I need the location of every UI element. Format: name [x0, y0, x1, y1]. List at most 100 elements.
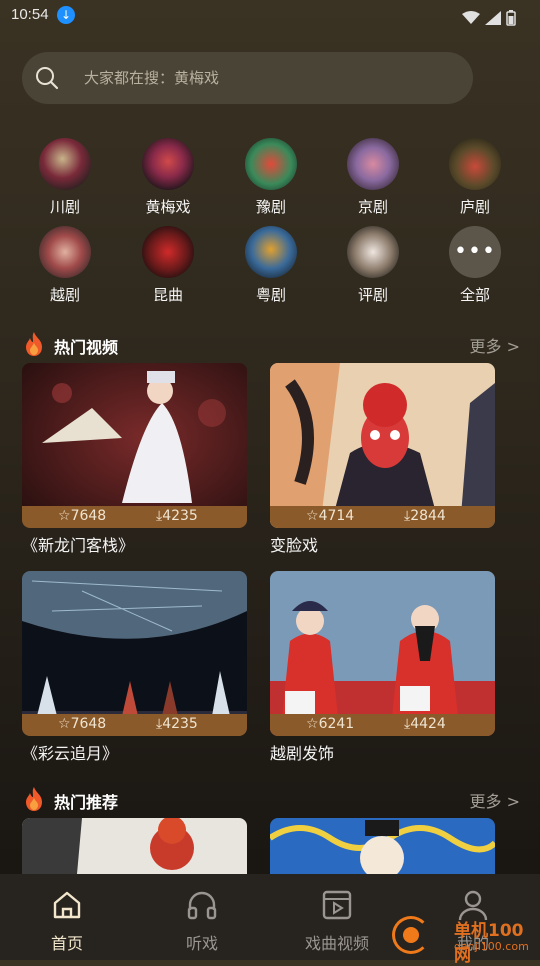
- category-avatar: [39, 138, 91, 190]
- hot-videos-header: 热门视频 更多 >: [22, 331, 520, 359]
- category-luju[interactable]: 庐剧: [435, 138, 515, 217]
- download-count: ⤓4235: [156, 716, 198, 732]
- category-avatar: [142, 138, 194, 190]
- category-huangmeixi[interactable]: 黄梅戏: [128, 138, 208, 217]
- recommend-thumbnail: [270, 818, 495, 874]
- category-avatar: [142, 226, 194, 278]
- nav-opera-video[interactable]: 戏曲视频: [282, 888, 392, 954]
- video-thumbnail: ☆7648 ⤓4235: [22, 571, 247, 736]
- category-yuju[interactable]: 豫剧: [231, 138, 311, 217]
- download-value: 4235: [162, 508, 198, 524]
- battery-icon: [506, 9, 516, 26]
- download-value: 2844: [410, 508, 446, 524]
- nav-home[interactable]: 首页: [12, 888, 122, 954]
- category-label: 粤剧: [255, 286, 286, 304]
- video-card[interactable]: ☆7648 ⤓4235 《彩云追月》: [22, 571, 247, 764]
- video-thumbnail: ☆4714 ⤓2844: [270, 363, 495, 528]
- video-title: 《新龙门客栈》: [22, 536, 135, 555]
- nav-label: 首页: [50, 934, 83, 953]
- recommend-card[interactable]: [270, 818, 495, 874]
- signal-icon: [484, 10, 501, 25]
- category-label: 黄梅戏: [145, 198, 191, 216]
- more-link-label: 更多: [469, 792, 502, 811]
- star-value: 7648: [70, 508, 107, 524]
- category-avatar: [347, 138, 399, 190]
- download-notification-icon: ↓: [57, 6, 75, 24]
- video-title: 《彩云追月》: [22, 744, 119, 763]
- video-icon: [322, 890, 352, 920]
- video-stats-bar: ☆7648 ⤓4235: [22, 714, 247, 736]
- category-label: 评剧: [357, 286, 388, 304]
- watermark: 单机100网 danji100.com: [392, 914, 540, 966]
- category-avatar: [449, 138, 501, 190]
- star-icon: ☆: [306, 508, 319, 524]
- video-thumbnail: ☆7648 ⤓4235: [22, 363, 247, 528]
- download-count: ⤓4424: [404, 716, 446, 732]
- recommend-thumbnail: [22, 818, 247, 874]
- category-label: 全部: [459, 286, 490, 304]
- category-jingju[interactable]: 京剧: [333, 138, 413, 217]
- search-bar[interactable]: [22, 52, 473, 104]
- star-count: ☆4714: [306, 508, 354, 524]
- video-title: 变脸戏: [270, 536, 319, 555]
- nav-label: 听戏: [185, 934, 218, 953]
- more-link[interactable]: 更多 >: [469, 333, 520, 357]
- star-count: ☆7648: [58, 716, 106, 732]
- search-icon: [36, 67, 59, 90]
- watermark-url: danji100.com: [454, 940, 529, 953]
- download-count: ⤓4235: [156, 508, 198, 524]
- video-card[interactable]: ☆4714 ⤓2844 变脸戏: [270, 363, 495, 556]
- fire-icon: [26, 787, 42, 811]
- category-avatar: [347, 226, 399, 278]
- headphones-icon: [187, 891, 217, 920]
- chevron-right-icon: >: [506, 792, 520, 811]
- category-label: 越剧: [49, 286, 80, 304]
- status-bar: 10:54 ↓: [0, 0, 540, 32]
- video-stats-bar: ☆6241 ⤓4424: [270, 714, 495, 736]
- video-stats-bar: ☆4714 ⤓2844: [270, 506, 495, 528]
- more-link-label: 更多: [469, 337, 502, 356]
- video-title: 越剧发饰: [270, 744, 335, 763]
- star-icon: ☆: [58, 508, 71, 524]
- video-thumbnail: ☆6241 ⤓4424: [270, 571, 495, 736]
- download-count: ⤓2844: [404, 508, 446, 524]
- more-icon: •••: [449, 226, 501, 278]
- video-card[interactable]: ☆6241 ⤓4424 越剧发饰: [270, 571, 495, 764]
- star-value: 4714: [318, 508, 355, 524]
- home-icon: [53, 891, 81, 919]
- video-card[interactable]: ☆7648 ⤓4235 《新龙门客栈》: [22, 363, 247, 556]
- category-label: 豫剧: [255, 198, 286, 216]
- star-count: ☆7648: [58, 508, 106, 524]
- category-chuanju[interactable]: 川剧: [25, 138, 105, 217]
- category-label: 昆曲: [152, 286, 183, 304]
- star-value: 6241: [318, 716, 355, 732]
- recommend-card[interactable]: [22, 818, 247, 874]
- search-input[interactable]: [84, 52, 454, 104]
- category-avatar: [39, 226, 91, 278]
- star-icon: ☆: [306, 716, 319, 732]
- download-value: 4235: [162, 716, 198, 732]
- more-link[interactable]: 更多 >: [469, 788, 520, 812]
- category-kunqu[interactable]: 昆曲: [128, 226, 208, 305]
- star-icon: ☆: [58, 716, 71, 732]
- category-label: 京剧: [357, 198, 388, 216]
- section-title: 热门推荐: [54, 793, 119, 812]
- wifi-icon: [461, 10, 480, 24]
- nav-listen[interactable]: 听戏: [147, 888, 257, 954]
- category-yueju-cantonese[interactable]: 粤剧: [231, 226, 311, 305]
- category-avatar: [245, 226, 297, 278]
- category-avatar: [245, 138, 297, 190]
- category-yueju[interactable]: 越剧: [25, 226, 105, 305]
- category-all[interactable]: ••• 全部: [435, 226, 515, 305]
- category-label: 川剧: [49, 198, 80, 216]
- category-pingju[interactable]: 评剧: [333, 226, 413, 305]
- video-stats-bar: ☆7648 ⤓4235: [22, 506, 247, 528]
- download-value: 4424: [410, 716, 446, 732]
- nav-label: 戏曲视频: [304, 934, 369, 953]
- chevron-right-icon: >: [506, 337, 520, 356]
- hot-recommend-header: 热门推荐 更多 >: [22, 786, 520, 814]
- fire-icon: [26, 332, 42, 356]
- status-time: 10:54: [11, 6, 49, 23]
- star-value: 7648: [70, 716, 107, 732]
- category-label: 庐剧: [459, 198, 490, 216]
